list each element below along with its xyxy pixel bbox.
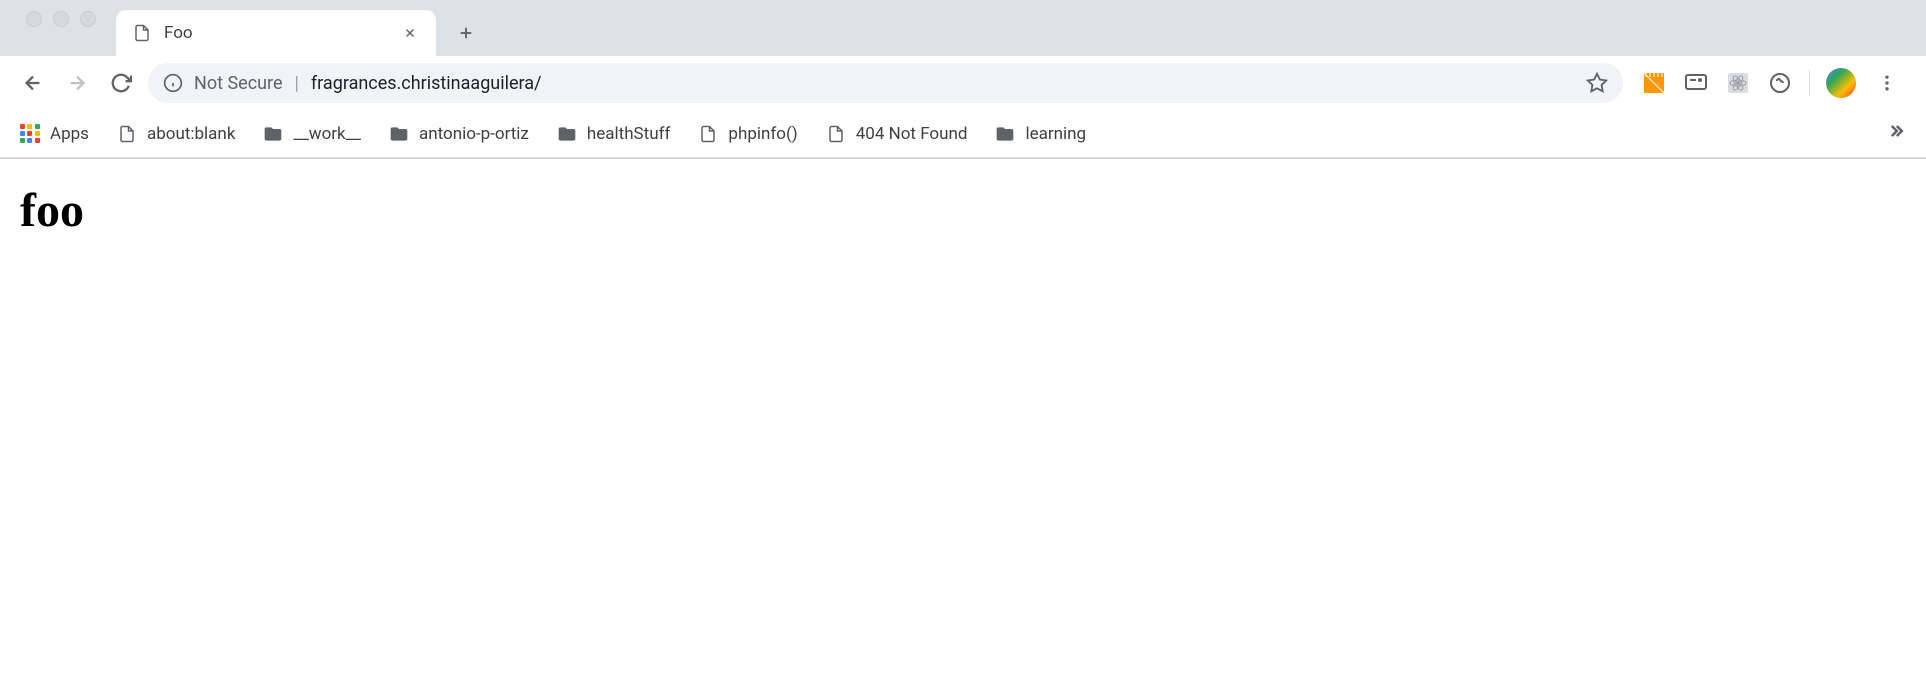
extension-devtools-icon[interactable] — [1683, 70, 1709, 96]
site-info-icon[interactable] — [162, 72, 184, 94]
window-controls — [12, 11, 116, 45]
address-divider: | — [295, 73, 299, 94]
back-button[interactable] — [16, 66, 50, 100]
new-tab-button[interactable] — [448, 15, 484, 51]
close-window-button[interactable] — [26, 11, 42, 27]
bookmark-label: healthStuff — [587, 124, 671, 144]
bookmark-label: __work__ — [293, 124, 361, 144]
folder-icon — [263, 124, 283, 144]
bookmarks-bar: Apps about:blank __work__ antonio-p-orti… — [0, 110, 1926, 158]
extension-redux-icon[interactable] — [1767, 70, 1793, 96]
bookmark-item[interactable]: learning — [995, 124, 1086, 144]
bookmark-star-icon[interactable] — [1585, 71, 1609, 95]
page-icon — [698, 124, 718, 144]
url-text: fragrances.christinaaguilera/ — [311, 73, 1575, 94]
page-icon — [132, 23, 152, 43]
bookmark-item[interactable]: healthStuff — [557, 124, 671, 144]
page-icon — [826, 124, 846, 144]
chrome-menu-button[interactable] — [1872, 68, 1902, 98]
extension-separator — [1809, 70, 1810, 96]
extension-area — [1633, 68, 1910, 98]
tab-strip: Foo — [0, 0, 1926, 56]
page-content: foo — [0, 159, 1926, 262]
bookmark-label: 404 Not Found — [856, 124, 968, 144]
extension-react-icon[interactable] — [1725, 70, 1751, 96]
bookmark-item[interactable]: phpinfo() — [698, 124, 797, 144]
bookmark-item[interactable]: __work__ — [263, 124, 361, 144]
bookmark-label: antonio-p-ortiz — [419, 124, 529, 144]
address-bar[interactable]: Not Secure | fragrances.christinaaguiler… — [148, 63, 1623, 103]
folder-icon — [995, 124, 1015, 144]
bookmark-label: about:blank — [147, 124, 235, 144]
browser-tab[interactable]: Foo — [116, 10, 436, 56]
bookmark-item[interactable]: about:blank — [117, 124, 235, 144]
profile-avatar[interactable] — [1826, 68, 1856, 98]
browser-chrome: Foo — [0, 0, 1926, 159]
apps-icon — [20, 124, 40, 144]
page-icon — [117, 124, 137, 144]
bookmark-item[interactable]: antonio-p-ortiz — [389, 124, 529, 144]
apps-label: Apps — [50, 124, 89, 144]
bookmark-label: phpinfo() — [728, 124, 797, 144]
extension-ruler-icon[interactable] — [1641, 70, 1667, 96]
folder-icon — [557, 124, 577, 144]
reload-button[interactable] — [104, 66, 138, 100]
apps-shortcut[interactable]: Apps — [20, 124, 89, 144]
toolbar: Not Secure | fragrances.christinaaguiler… — [0, 56, 1926, 110]
security-status: Not Secure — [194, 73, 283, 94]
bookmarks-overflow-button[interactable] — [1886, 121, 1906, 146]
folder-icon — [389, 124, 409, 144]
minimize-window-button[interactable] — [53, 11, 69, 27]
page-heading: foo — [20, 183, 1906, 238]
forward-button[interactable] — [60, 66, 94, 100]
bookmark-label: learning — [1025, 124, 1086, 144]
maximize-window-button[interactable] — [80, 11, 96, 27]
tab-title: Foo — [164, 23, 388, 43]
close-tab-button[interactable] — [400, 23, 420, 43]
bookmark-item[interactable]: 404 Not Found — [826, 124, 968, 144]
